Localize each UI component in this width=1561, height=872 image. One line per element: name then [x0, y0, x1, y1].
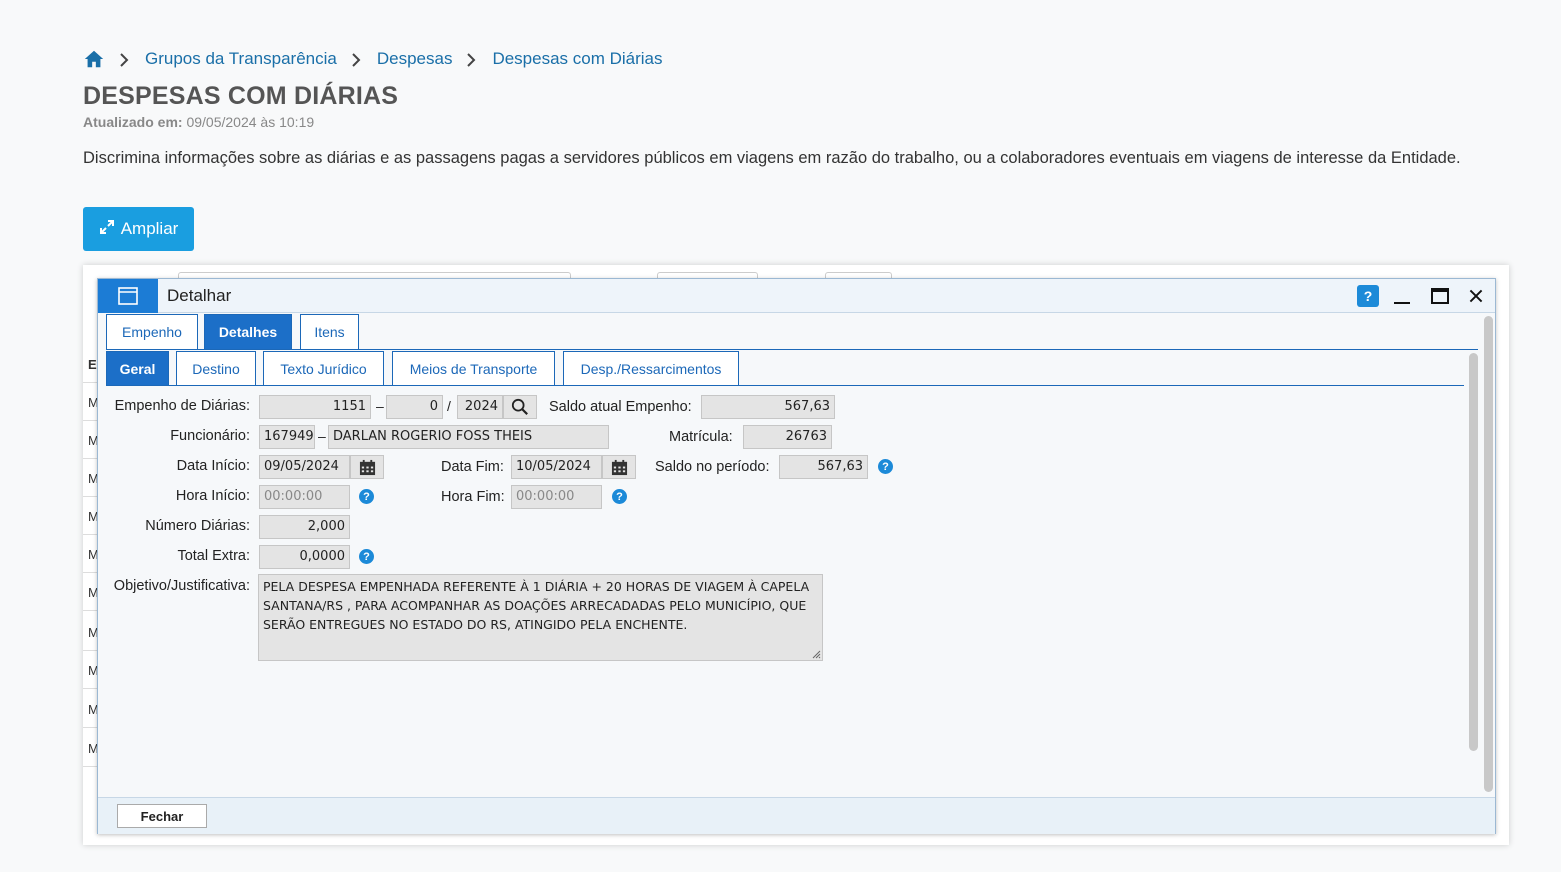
subtab-texto-juridico[interactable]: Texto Jurídico [263, 351, 384, 385]
breadcrumb: Grupos da Transparência Despesas Despesa… [83, 47, 663, 71]
hora-fim-field[interactable]: 00:00:00 [511, 485, 602, 509]
dialog-scrollbar[interactable] [1482, 314, 1494, 794]
subtab-geral[interactable]: Geral [106, 351, 169, 385]
help-button[interactable]: ? [1357, 285, 1379, 307]
saldo-periodo-field[interactable]: 567,63 [779, 455, 868, 479]
calendar-icon [611, 459, 627, 475]
numero-diarias-field[interactable]: 2,000 [259, 515, 350, 539]
detalhar-dialog: Detalhar ? Empenho Detalhes Itens Geral … [97, 278, 1496, 834]
empenho-slash: / [447, 398, 451, 414]
tab-scrollbar[interactable] [1467, 351, 1479, 753]
fechar-button[interactable]: Fechar [117, 804, 207, 828]
dialog-footer: Fechar [98, 797, 1495, 834]
updated-timestamp: Atualizado em: 09/05/2024 às 10:19 [83, 114, 314, 130]
total-extra-field[interactable]: 0,0000 [259, 545, 350, 569]
sub-tabs: Geral Destino Texto Jurídico Meios de Tr… [106, 351, 1464, 386]
hora-inicio-field[interactable]: 00:00:00 [259, 485, 350, 509]
breadcrumb-link-grupos[interactable]: Grupos da Transparência [145, 49, 337, 69]
tab-detalhes[interactable]: Detalhes [204, 314, 292, 349]
table-row[interactable]: M [83, 535, 98, 573]
page-title: DESPESAS COM DIÁRIAS [83, 82, 399, 110]
breadcrumb-link-despesas[interactable]: Despesas [377, 49, 453, 69]
chevron-right-icon [464, 52, 478, 67]
page-description: Discrimina informações sobre as diárias … [83, 149, 1461, 167]
hora-fim-label: Hora Fim: [441, 489, 505, 505]
empenho-number-field[interactable]: 1151 [259, 395, 371, 419]
tab-empenho[interactable]: Empenho [106, 314, 198, 349]
empenho-diarias-label: Empenho de Diárias: [114, 398, 250, 414]
resize-grip-icon [812, 650, 821, 659]
table-row[interactable]: M [83, 421, 98, 459]
saldo-periodo-label: Saldo no período: [655, 459, 770, 475]
chevron-right-icon [349, 52, 363, 67]
data-fim-field[interactable]: 10/05/2024 [511, 455, 602, 479]
help-icon[interactable]: ? [878, 459, 893, 474]
data-inicio-calendar-button[interactable] [350, 455, 384, 479]
minimize-button[interactable] [1391, 285, 1413, 307]
subtab-destino[interactable]: Destino [176, 351, 256, 385]
scrollbar-thumb[interactable] [1484, 316, 1493, 792]
maximize-button[interactable] [1429, 285, 1451, 307]
total-extra-label: Total Extra: [177, 548, 250, 564]
objetivo-textarea[interactable]: PELA DESPESA EMPENHADA REFERENTE À 1 DIÁ… [258, 574, 823, 661]
chevron-right-icon [117, 52, 131, 67]
table-row[interactable]: M [83, 459, 98, 497]
updated-value: 09/05/2024 às 10:19 [186, 114, 315, 130]
main-tabs: Empenho Detalhes Itens [106, 314, 1478, 350]
scrollbar-thumb[interactable] [1469, 353, 1478, 751]
funcionario-label: Funcionário: [170, 428, 250, 444]
close-button[interactable] [1465, 285, 1487, 307]
numero-diarias-label: Número Diárias: [145, 518, 250, 534]
funcionario-separator: – [318, 428, 326, 444]
data-inicio-label: Data Início: [176, 458, 250, 474]
subtab-meios-transporte[interactable]: Meios de Transporte [392, 351, 555, 385]
saldo-atual-label: Saldo atual Empenho: [549, 399, 692, 415]
empenho-sub-field[interactable]: 0 [386, 395, 443, 419]
tab-itens[interactable]: Itens [300, 314, 359, 349]
table-row[interactable]: M [83, 690, 98, 728]
search-icon [511, 398, 528, 415]
hora-inicio-label: Hora Início: [175, 488, 250, 504]
search-button[interactable] [503, 395, 537, 419]
empenho-year-field[interactable]: 2024 [457, 395, 503, 419]
data-inicio-field[interactable]: 09/05/2024 [259, 455, 350, 479]
dialog-title: Detalhar [167, 286, 232, 305]
expand-icon [99, 219, 115, 240]
window-icon [98, 279, 158, 313]
empenho-separator: – [376, 398, 384, 414]
help-icon[interactable]: ? [612, 489, 627, 504]
table-row[interactable]: M [83, 651, 98, 689]
help-icon[interactable]: ? [359, 489, 374, 504]
table-row[interactable]: M [83, 573, 98, 611]
funcionario-id-field[interactable]: 167949 [259, 425, 315, 449]
help-icon[interactable]: ? [359, 549, 374, 564]
subtab-desp-ressarcimentos[interactable]: Desp./Ressarcimentos [563, 351, 739, 385]
table-row[interactable]: M [83, 497, 98, 535]
updated-label: Atualizado em: [83, 114, 183, 130]
objetivo-text: PELA DESPESA EMPENHADA REFERENTE À 1 DIÁ… [263, 579, 810, 632]
ampliar-button[interactable]: Ampliar [83, 207, 194, 251]
home-icon[interactable] [83, 48, 105, 70]
maximize-icon [1431, 288, 1449, 304]
table-row[interactable]: M [83, 613, 98, 651]
funcionario-nome-field[interactable]: DARLAN ROGERIO FOSS THEIS [328, 425, 609, 449]
table-row[interactable]: M [83, 383, 98, 421]
matricula-field[interactable]: 26763 [743, 425, 832, 449]
table-row[interactable]: M [83, 729, 98, 767]
matricula-label: Matrícula: [669, 429, 733, 445]
data-fim-calendar-button[interactable] [602, 455, 636, 479]
dialog-header: Detalhar ? [98, 279, 1495, 313]
data-fim-label: Data Fim: [441, 459, 504, 475]
saldo-atual-field[interactable]: 567,63 [701, 395, 835, 419]
background-grid-header: E [83, 345, 98, 383]
calendar-icon [359, 459, 375, 475]
ampliar-label: Ampliar [120, 219, 179, 238]
close-icon [1469, 289, 1483, 303]
breadcrumb-link-diarias[interactable]: Despesas com Diárias [492, 49, 662, 69]
objetivo-label: Objetivo/Justificativa: [113, 578, 250, 594]
minimize-icon [1394, 302, 1410, 304]
